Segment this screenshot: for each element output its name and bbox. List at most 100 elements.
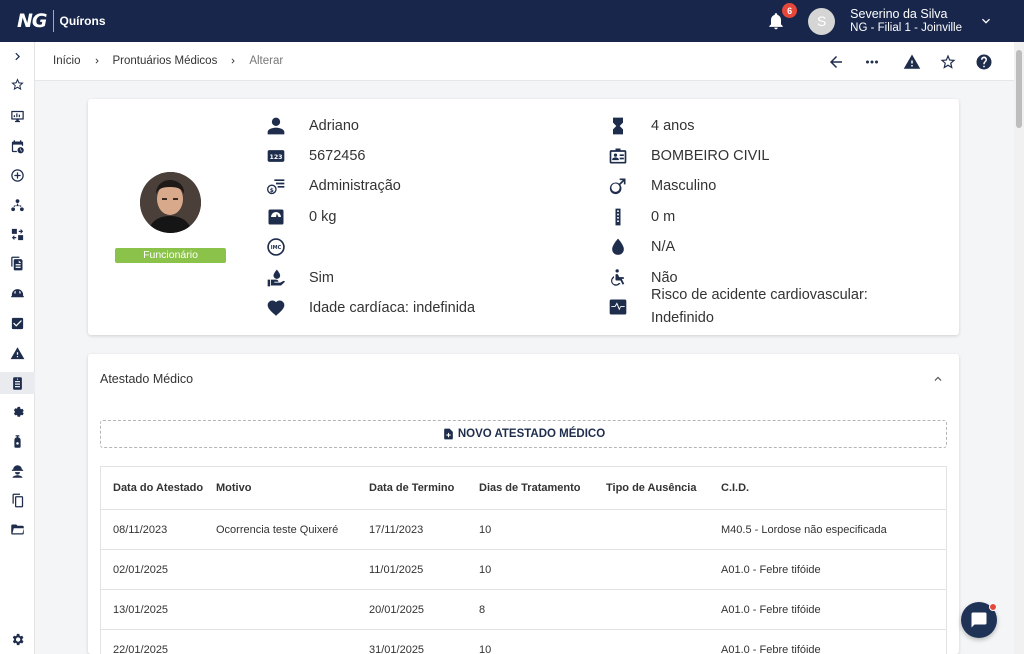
checkbox-icon xyxy=(11,317,24,329)
clipboard-icon xyxy=(13,376,22,390)
report-alert-button[interactable] xyxy=(902,52,922,72)
gear-icon xyxy=(12,633,24,645)
notification-count-badge: 6 xyxy=(782,3,798,18)
column-header-cid[interactable]: C.I.D. xyxy=(721,482,946,494)
field-blood-type: N/A xyxy=(606,236,675,258)
notifications-button[interactable]: 6 xyxy=(764,3,798,33)
user-info[interactable]: Severino da Silva NG - Filial 1 - Joinvi… xyxy=(850,7,962,35)
cog-outline-icon xyxy=(13,406,24,417)
column-header-date[interactable]: Data do Atestado xyxy=(101,482,216,494)
chevron-right-icon xyxy=(228,56,238,66)
field-registration: 123 5672456 xyxy=(264,145,365,167)
ruler-icon xyxy=(606,206,630,228)
section-title: Atestado Médico xyxy=(100,372,194,386)
folder-open-icon xyxy=(11,524,24,534)
collapse-section-button[interactable] xyxy=(931,372,945,386)
table-row[interactable]: 02/01/2025 11/01/2025 10 A01.0 - Febre t… xyxy=(101,550,946,590)
table-header: Data do Atestado Motivo Data de Termino … xyxy=(101,467,946,510)
money-department-icon: $ xyxy=(264,175,288,197)
sidebar-item-safety[interactable] xyxy=(0,282,35,304)
warning-icon xyxy=(10,346,25,359)
sidebar-item-fire[interactable] xyxy=(0,430,35,452)
warning-icon xyxy=(903,54,921,69)
logo-divider xyxy=(52,10,54,32)
column-header-reason[interactable]: Motivo xyxy=(216,482,369,494)
back-button[interactable] xyxy=(826,52,846,72)
sidebar-item-alerts[interactable] xyxy=(0,342,35,364)
user-branch: NG - Filial 1 - Joinville xyxy=(850,22,962,34)
sidebar-item-documents[interactable] xyxy=(0,252,35,274)
patient-photo xyxy=(140,172,201,233)
medical-certificate-section: Atestado Médico NOVO ATESTADO MÉDICO Dat… xyxy=(88,354,959,654)
column-header-absence-type[interactable]: Tipo de Ausência xyxy=(606,482,721,494)
logo-name: Quírons xyxy=(59,14,106,28)
sidebar-item-favorites[interactable] xyxy=(0,73,35,95)
app-logo[interactable]: NG Quírons xyxy=(17,0,106,42)
chat-button[interactable] xyxy=(961,602,997,638)
chevron-right-icon xyxy=(15,52,20,60)
star-outline-icon xyxy=(11,77,24,90)
field-cardiac-age: Idade cardíaca: indefinida xyxy=(264,297,475,319)
chevron-down-icon xyxy=(982,18,990,24)
heartbeat-monitor-icon xyxy=(606,296,630,318)
breadcrumb: Início Prontuários Médicos Alterar xyxy=(53,55,283,67)
sidebar-item-settings[interactable] xyxy=(0,628,35,650)
breadcrumb-medical-records[interactable]: Prontuários Médicos xyxy=(113,55,218,67)
sidebar-item-medical-records[interactable] xyxy=(0,372,35,394)
sidebar-item-exchange[interactable] xyxy=(0,223,35,245)
table-row[interactable]: 22/01/2025 31/01/2025 10 A01.0 - Febre t… xyxy=(101,630,946,654)
table-row[interactable]: 08/11/2023 Ocorrencia teste Quixeré 17/1… xyxy=(101,510,946,550)
certificates-table: Data do Atestado Motivo Data de Termino … xyxy=(100,466,947,654)
sidebar-expand[interactable] xyxy=(0,45,35,67)
logo-mark: NG xyxy=(17,10,47,32)
field-department: $ Administração xyxy=(264,175,401,197)
imc-icon: IMC xyxy=(264,236,288,258)
sidebar-item-calendar[interactable] xyxy=(0,135,35,157)
user-avatar[interactable]: S xyxy=(808,7,836,35)
more-options-button[interactable] xyxy=(862,52,882,72)
field-cardio-risk: Risco de acidente cardiovascular: Indefi… xyxy=(606,284,891,330)
svg-text:$: $ xyxy=(270,188,274,194)
sidebar-item-tasks[interactable] xyxy=(0,312,35,334)
helmet-icon xyxy=(11,288,24,297)
calendar-clock-icon xyxy=(11,139,24,153)
sidebar-item-organization[interactable] xyxy=(0,194,35,216)
star-outline-icon xyxy=(940,54,956,69)
field-imc: IMC xyxy=(264,236,309,258)
user-menu-toggle[interactable] xyxy=(976,11,996,31)
plus-circle-icon xyxy=(11,168,24,182)
chevron-up-icon xyxy=(934,376,942,381)
id-badge-icon xyxy=(606,145,630,167)
field-weight: 0 kg xyxy=(264,206,336,228)
scrollbar-thumb[interactable] xyxy=(1016,50,1022,128)
breadcrumb-home[interactable]: Início xyxy=(53,55,81,67)
chat-unread-dot xyxy=(989,603,997,611)
column-header-treatment-days[interactable]: Dias de Tratamento xyxy=(479,482,606,494)
heart-icon xyxy=(264,297,288,319)
page-scrollbar[interactable] xyxy=(1014,42,1024,654)
number-123-icon: 123 xyxy=(264,145,288,167)
field-height: 0 m xyxy=(606,206,675,228)
arrow-left-icon xyxy=(830,55,842,68)
patient-summary-card: Funcionário Adriano 123 5672456 $ Admini… xyxy=(88,99,959,335)
more-horizontal-icon xyxy=(866,60,878,63)
table-row[interactable]: 13/01/2025 20/01/2025 8 A01.0 - Febre ti… xyxy=(101,590,946,630)
sidebar-item-add[interactable] xyxy=(0,164,35,186)
sidebar-item-worker[interactable] xyxy=(0,460,35,482)
sidebar-item-settings-cog[interactable] xyxy=(0,401,35,423)
sidebar-item-copy[interactable] xyxy=(0,489,35,511)
sidebar-item-folder[interactable] xyxy=(0,518,35,540)
favorite-button[interactable] xyxy=(938,52,958,72)
breadcrumb-bar: Início Prontuários Médicos Alterar xyxy=(35,42,1014,81)
new-certificate-button[interactable]: NOVO ATESTADO MÉDICO xyxy=(100,420,947,448)
extinguisher-icon xyxy=(14,434,21,448)
field-name: Adriano xyxy=(264,115,359,137)
sidebar-item-dashboard[interactable] xyxy=(0,105,35,127)
hand-drop-icon xyxy=(264,267,288,289)
chevron-right-icon xyxy=(92,56,102,66)
hierarchy-icon xyxy=(11,198,24,211)
help-button[interactable] xyxy=(974,52,994,72)
column-header-end-date[interactable]: Data de Termino xyxy=(369,482,479,494)
worker-icon xyxy=(11,464,24,478)
blood-drop-icon xyxy=(606,236,630,258)
